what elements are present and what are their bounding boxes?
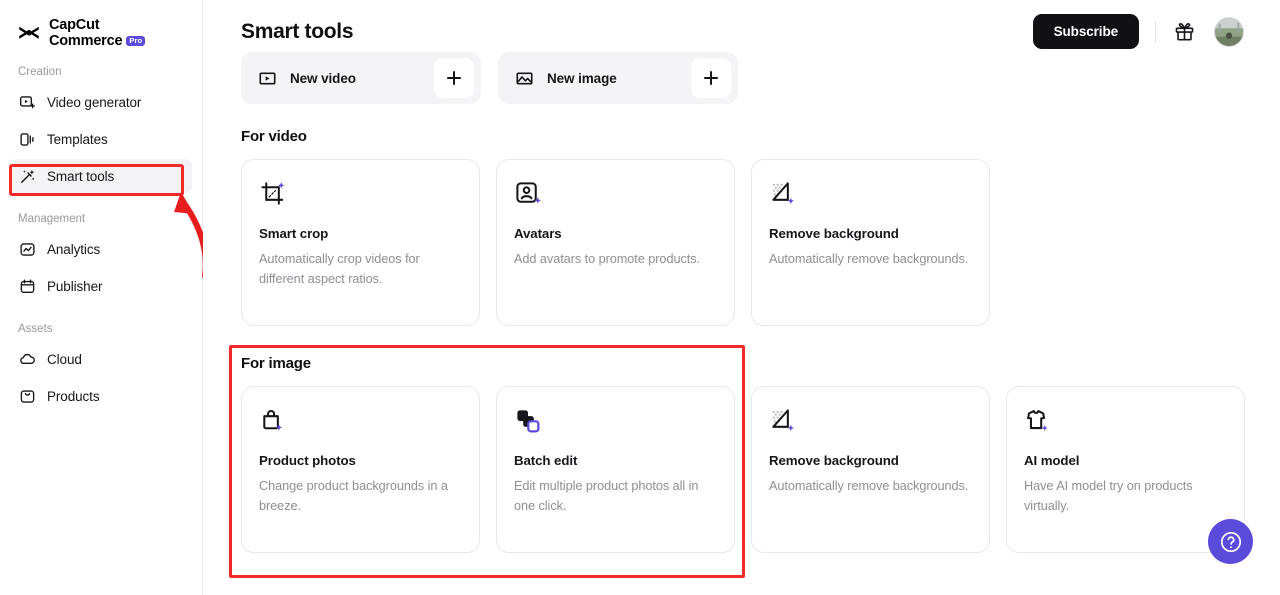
sidebar-section-label-assets: Assets — [0, 319, 202, 339]
brand-name-line1: CapCut — [49, 18, 145, 34]
tool-card-title: Remove background — [769, 226, 972, 241]
sidebar-section-label-creation: Creation — [0, 62, 202, 82]
products-box-icon — [19, 388, 36, 405]
batch-edit-icon — [514, 407, 543, 436]
smart-tools-icon — [19, 168, 36, 185]
user-avatar — [1215, 18, 1243, 46]
quick-actions-row: New video New image — [241, 52, 738, 104]
card-grid-for-video: Smart crop Automatically crop videos for… — [241, 159, 990, 326]
sidebar-item-label: Cloud — [47, 352, 82, 367]
sidebar: CapCut Commerce Pro Creation Video gener… — [0, 0, 203, 595]
question-mark-icon — [1218, 529, 1244, 555]
sidebar-item-label: Smart tools — [47, 169, 114, 184]
tool-card-desc: Automatically remove backgrounds. — [769, 477, 972, 497]
add-video-button[interactable] — [434, 58, 474, 98]
card-grid-for-image: Product photos Change product background… — [241, 386, 1245, 553]
publisher-calendar-icon — [19, 278, 36, 295]
tool-card-desc: Have AI model try on products virtually. — [1024, 477, 1227, 516]
sidebar-item-smart-tools[interactable]: Smart tools — [10, 159, 192, 193]
app-root: CapCut Commerce Pro Creation Video gener… — [0, 0, 1280, 595]
tool-card-product-photos[interactable]: Product photos Change product background… — [241, 386, 480, 553]
tool-card-desc: Edit multiple product photos all in one … — [514, 477, 717, 516]
brand-name-line2: Commerce — [49, 34, 122, 50]
play-box-icon — [258, 69, 277, 88]
templates-icon — [19, 131, 36, 148]
tool-card-batch-edit[interactable]: Batch edit Edit multiple product photos … — [496, 386, 735, 553]
pro-badge: Pro — [126, 36, 145, 46]
brand-logo[interactable]: CapCut Commerce Pro — [0, 0, 202, 52]
help-button[interactable] — [1208, 519, 1253, 564]
sidebar-item-publisher[interactable]: Publisher — [10, 269, 192, 303]
quick-action-new-image[interactable]: New image — [498, 52, 738, 104]
sidebar-item-cloud[interactable]: Cloud — [10, 342, 192, 376]
tool-card-desc: Automatically remove backgrounds. — [769, 250, 972, 270]
tool-card-smart-crop[interactable]: Smart crop Automatically crop videos for… — [241, 159, 480, 326]
tool-card-desc: Automatically crop videos for different … — [259, 250, 462, 289]
tool-card-avatars[interactable]: Avatars Add avatars to promote products. — [496, 159, 735, 326]
sidebar-item-label: Products — [47, 389, 99, 404]
gift-icon — [1174, 21, 1195, 42]
tool-card-remove-background-image[interactable]: Remove background Automatically remove b… — [751, 386, 990, 553]
remove-background-icon — [769, 180, 798, 209]
sidebar-item-label: Templates — [47, 132, 108, 147]
capcut-logo-icon — [16, 21, 42, 47]
page-title: Smart tools — [241, 20, 353, 44]
tool-card-title: Remove background — [769, 453, 972, 468]
ai-model-shirt-icon — [1024, 407, 1053, 436]
add-image-button[interactable] — [691, 58, 731, 98]
section-for-video: For video Smart crop Automatically crop … — [241, 128, 990, 326]
sidebar-item-label: Video generator — [47, 95, 141, 110]
tool-card-title: Smart crop — [259, 226, 462, 241]
smart-crop-icon — [259, 180, 288, 209]
plus-icon — [445, 69, 463, 87]
image-box-icon — [515, 69, 534, 88]
sidebar-item-label: Analytics — [47, 242, 100, 257]
avatars-icon — [514, 180, 543, 209]
topbar-actions: Subscribe — [1033, 14, 1244, 49]
main-content: Smart tools Subscribe — [203, 0, 1280, 595]
sidebar-item-label: Publisher — [47, 279, 102, 294]
sidebar-item-templates[interactable]: Templates — [10, 122, 192, 156]
sidebar-section-label-management: Management — [0, 209, 202, 229]
tool-card-title: AI model — [1024, 453, 1227, 468]
tool-card-title: Batch edit — [514, 453, 717, 468]
subscribe-button[interactable]: Subscribe — [1033, 14, 1139, 49]
analytics-icon — [19, 241, 36, 258]
sidebar-item-analytics[interactable]: Analytics — [10, 232, 192, 266]
product-photos-bag-icon — [259, 407, 288, 436]
section-for-image: For image Product photos Change product … — [241, 355, 1245, 553]
sidebar-item-video-generator[interactable]: Video generator — [10, 85, 192, 119]
tool-card-desc: Change product backgrounds in a breeze. — [259, 477, 462, 516]
remove-background-icon — [769, 407, 798, 436]
quick-action-new-video[interactable]: New video — [241, 52, 481, 104]
topbar-divider — [1155, 21, 1156, 43]
section-title: For image — [241, 355, 1245, 372]
gift-button[interactable] — [1172, 20, 1196, 44]
quick-action-label: New video — [290, 71, 356, 86]
quick-action-label: New image — [547, 71, 617, 86]
section-title: For video — [241, 128, 990, 145]
video-generator-icon — [19, 94, 36, 111]
tool-card-title: Avatars — [514, 226, 717, 241]
cloud-icon — [19, 351, 36, 368]
tool-card-title: Product photos — [259, 453, 462, 468]
avatar[interactable] — [1214, 17, 1244, 47]
plus-icon — [702, 69, 720, 87]
tool-card-ai-model[interactable]: AI model Have AI model try on products v… — [1006, 386, 1245, 553]
tool-card-desc: Add avatars to promote products. — [514, 250, 717, 270]
sidebar-item-products[interactable]: Products — [10, 379, 192, 413]
tool-card-remove-background-video[interactable]: Remove background Automatically remove b… — [751, 159, 990, 326]
